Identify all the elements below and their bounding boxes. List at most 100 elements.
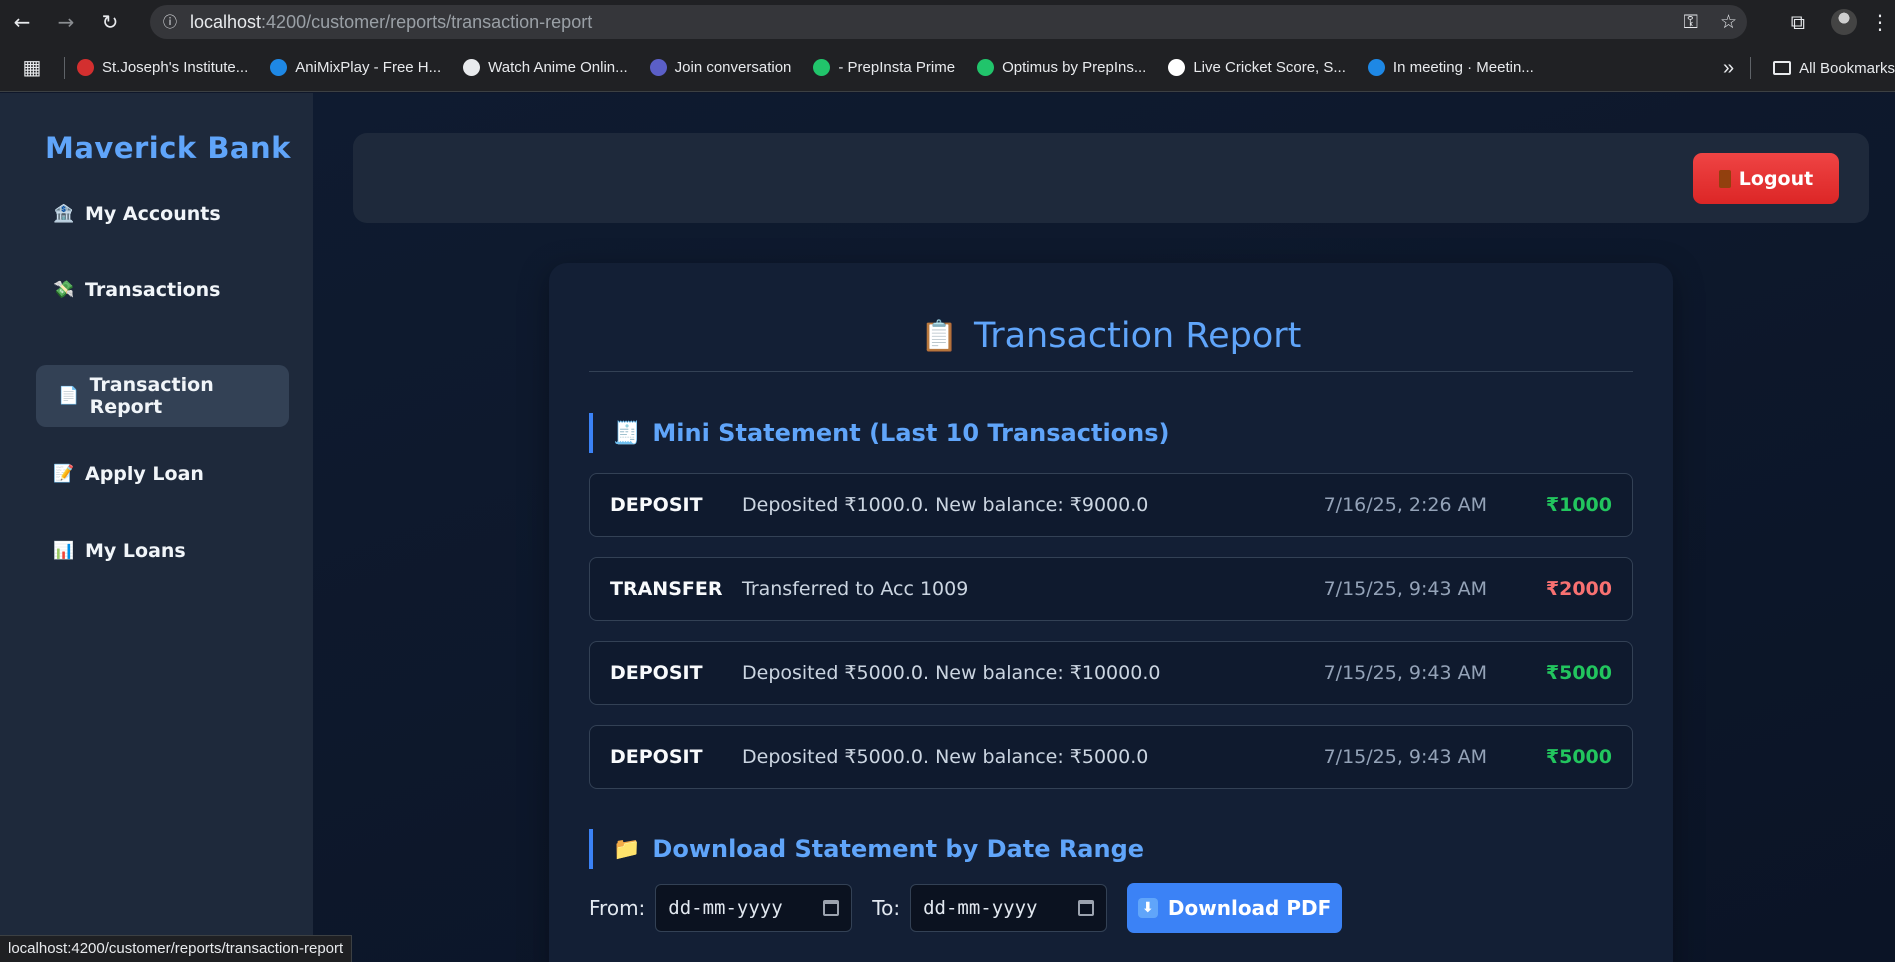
bookmark-label: AniMixPlay - Free H... (295, 59, 442, 76)
transaction-type: DEPOSIT (610, 746, 703, 768)
bookmark-favicon-icon (977, 59, 995, 76)
top-bar: Logout (353, 133, 1869, 223)
folder-icon: 📁 (613, 836, 641, 862)
reload-icon[interactable]: ↻ (88, 0, 132, 44)
memo-icon: 📝 (53, 464, 75, 484)
bookmark-item[interactable]: Join conversation (649, 59, 792, 76)
bookmark-label: Optimus by PrepIns... (1002, 59, 1147, 76)
more-bookmarks-icon[interactable]: » (1723, 57, 1734, 80)
transaction-row: DEPOSIT Deposited ₹1000.0. New balance: … (589, 473, 1633, 537)
sidebar-item-transactions[interactable]: 💸 Transactions (36, 259, 289, 321)
logout-label: Logout (1738, 167, 1814, 190)
back-icon[interactable]: ← (0, 0, 44, 44)
bookmark-favicon-icon (1168, 59, 1186, 76)
from-date-placeholder: dd-mm-yyyy (668, 897, 783, 919)
transaction-date: 7/15/25, 9:43 AM (1323, 746, 1487, 768)
url-host: localhost (190, 11, 262, 32)
transaction-row: DEPOSIT Deposited ₹5000.0. New balance: … (589, 725, 1633, 789)
money-wings-icon: 💸 (53, 280, 75, 300)
receipt-icon: 🧾 (613, 420, 641, 446)
bookmark-favicon-icon (1367, 59, 1385, 76)
bookmark-item[interactable]: - PrepInsta Prime (813, 59, 955, 76)
menu-icon[interactable]: ⋮ (1865, 0, 1895, 44)
bookmark-divider (1750, 57, 1752, 79)
transaction-row: TRANSFER Transferred to Acc 1009 7/15/25… (589, 557, 1633, 621)
bookmark-favicon-icon (77, 59, 94, 76)
sidebar-item-apply-loan[interactable]: 📝 Apply Loan (36, 443, 289, 505)
forward-icon[interactable]: → (44, 0, 88, 44)
bookmark-item[interactable]: Optimus by PrepIns... (977, 59, 1146, 76)
bookmark-item[interactable]: Watch Anime Onlin... (463, 59, 628, 76)
calendar-icon[interactable] (823, 900, 840, 916)
sidebar-item-label: Apply Loan (85, 463, 204, 485)
apps-grid-icon[interactable]: ▦ (0, 55, 64, 80)
sidebar-item-label: My Loans (85, 540, 186, 562)
clipboard-icon: 📋 (920, 318, 958, 354)
transaction-amount: ₹1000 (1545, 494, 1612, 516)
browser-toolbar: ← → ↻ ⓘ localhost:4200/customer/reports/… (0, 0, 1895, 44)
sidebar-item-my-accounts[interactable]: 🏦 My Accounts (36, 183, 289, 245)
to-date-placeholder: dd-mm-yyyy (923, 897, 1038, 919)
bookmark-favicon-icon (649, 59, 667, 76)
download-pdf-label: Download PDF (1167, 896, 1332, 920)
url-path: :4200/customer/reports/transaction-repor… (261, 11, 593, 32)
page-title: 📋 Transaction Report (589, 308, 1633, 364)
transaction-date: 7/16/25, 2:26 AM (1323, 494, 1487, 516)
page-title-text: Transaction Report (973, 316, 1302, 356)
url-text[interactable]: localhost:4200/customer/reports/transact… (190, 12, 592, 33)
download-arrow-icon: ⬇ (1137, 898, 1158, 918)
bookmark-label: Live Cricket Score, S... (1193, 59, 1346, 76)
transaction-type: DEPOSIT (610, 494, 703, 516)
logout-button[interactable]: Logout (1693, 153, 1839, 204)
sidebar-item-label: Transactions (85, 279, 221, 301)
transaction-description: Deposited ₹5000.0. New balance: ₹10000.0 (742, 662, 1161, 684)
transaction-amount: ₹5000 (1545, 746, 1612, 768)
bookmark-label: - PrepInsta Prime (838, 59, 956, 76)
bookmark-item[interactable]: AniMixPlay - Free H... (270, 59, 441, 76)
sidebar-item-label: Transaction Report (89, 374, 214, 418)
bookmark-favicon-icon (463, 59, 481, 76)
transaction-type: TRANSFER (610, 578, 723, 600)
download-pdf-button[interactable]: ⬇ Download PDF (1127, 883, 1343, 933)
mini-statement-heading-text: Mini Statement (Last 10 Transactions) (652, 419, 1170, 447)
transaction-description: Deposited ₹5000.0. New balance: ₹5000.0 (742, 746, 1149, 768)
bookmark-item[interactable]: In meeting · Meetin... (1367, 59, 1534, 76)
bookmark-label: Join conversation (674, 59, 792, 76)
extensions-icon[interactable]: ⧉ (1791, 0, 1805, 44)
bookmark-label: Watch Anime Onlin... (488, 59, 628, 76)
all-bookmarks-link[interactable]: All Bookmarks (1799, 60, 1895, 77)
to-label: To: (872, 896, 901, 920)
from-date-input[interactable]: dd-mm-yyyy (655, 884, 853, 932)
title-divider (589, 371, 1633, 372)
from-label: From: (589, 896, 646, 920)
key-icon[interactable]: ⚿ (1683, 11, 1697, 33)
to-date-input[interactable]: dd-mm-yyyy (910, 884, 1108, 932)
transaction-date: 7/15/25, 9:43 AM (1323, 578, 1487, 600)
sidebar-item-transaction-report[interactable]: 📄 Transaction Report (36, 365, 289, 427)
transaction-row: DEPOSIT Deposited ₹5000.0. New balance: … (589, 641, 1633, 705)
document-icon: 📄 (58, 386, 80, 406)
bookmark-item[interactable]: Live Cricket Score, S... (1168, 59, 1346, 76)
bar-chart-icon: 📊 (53, 541, 75, 561)
sidebar-item-label: My Accounts (85, 203, 221, 225)
link-status-tooltip: localhost:4200/customer/reports/transact… (0, 935, 353, 962)
bookmark-favicon-icon (270, 59, 288, 76)
report-card: 📋 Transaction Report 🧾 Mini Statement (L… (549, 263, 1673, 962)
bookmarks-bar: ▦ St.Joseph's Institute... AniMixPlay - F… (0, 44, 1895, 92)
calendar-icon[interactable] (1078, 900, 1095, 916)
sidebar-item-my-loans[interactable]: 📊 My Loans (36, 520, 289, 582)
transaction-date: 7/15/25, 9:43 AM (1323, 662, 1487, 684)
folder-icon (1773, 61, 1792, 75)
star-icon[interactable]: ☆ (1720, 11, 1737, 33)
transaction-amount: ₹2000 (1545, 578, 1612, 600)
transaction-description: Deposited ₹1000.0. New balance: ₹9000.0 (742, 494, 1149, 516)
date-range-form: From: dd-mm-yyyy To: dd-mm-yyyy ⬇ Downlo… (589, 883, 1343, 933)
address-bar[interactable]: ⓘ localhost:4200/customer/reports/transa… (150, 5, 1747, 39)
brand-logo[interactable]: Maverick Bank (45, 131, 291, 165)
bookmark-favicon-icon (813, 59, 831, 76)
download-statement-heading: 📁 Download Statement by Date Range (589, 829, 1144, 869)
bookmark-item[interactable]: St.Joseph's Institute... (77, 59, 248, 76)
profile-avatar[interactable] (1831, 9, 1857, 35)
bookmark-label: St.Joseph's Institute... (102, 59, 249, 76)
site-info-icon[interactable]: ⓘ (150, 12, 190, 32)
